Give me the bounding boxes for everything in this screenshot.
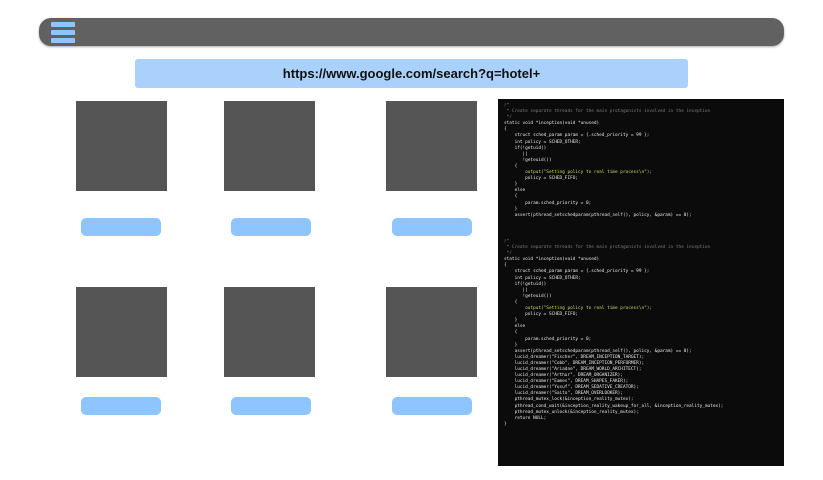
code-line: assert(pthread_setschedparam(pthread_sel… <box>504 212 692 218</box>
result-button[interactable] <box>81 397 161 415</box>
result-button[interactable] <box>231 397 311 415</box>
code-block-top: /* * Create separate threads for the mai… <box>498 103 784 237</box>
menu-bar-line <box>51 22 75 27</box>
top-app-bar <box>39 18 784 46</box>
result-thumbnail[interactable] <box>386 287 477 377</box>
hamburger-menu-icon[interactable] <box>51 22 75 43</box>
result-thumbnail[interactable] <box>224 101 315 191</box>
menu-bar-line <box>51 30 75 35</box>
url-text: https://www.google.com/search?q=hotel+ <box>282 66 541 81</box>
result-button[interactable] <box>81 218 161 236</box>
result-thumbnail[interactable] <box>224 287 315 377</box>
result-thumbnail[interactable] <box>386 101 477 191</box>
result-button[interactable] <box>392 218 472 236</box>
code-block-bottom: /* * Create separate threads for the mai… <box>498 239 784 464</box>
result-button[interactable] <box>392 397 472 415</box>
url-bar[interactable]: https://www.google.com/search?q=hotel+ <box>135 59 688 88</box>
result-thumbnail[interactable] <box>76 287 167 377</box>
code-panel: /* * Create separate threads for the mai… <box>498 99 784 466</box>
result-button[interactable] <box>231 218 311 236</box>
code-line: } <box>504 421 507 427</box>
result-thumbnail[interactable] <box>76 101 167 191</box>
menu-bar-line <box>51 38 75 43</box>
